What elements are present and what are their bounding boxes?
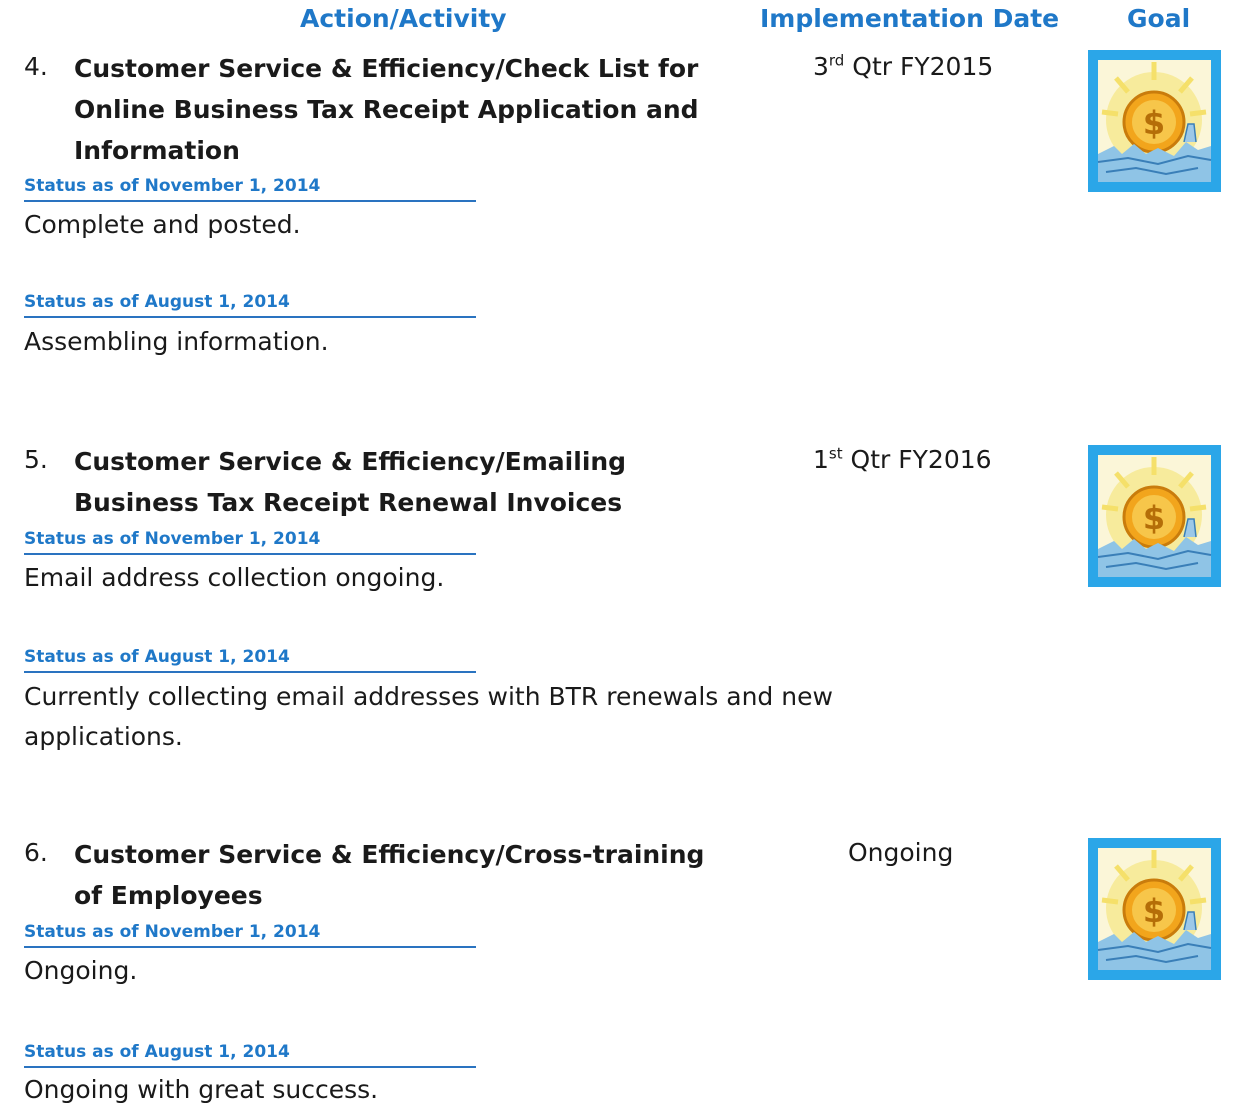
sun-dollar-coin-icon [1088,838,1221,980]
item-title: Customer Service & Efficiency/Cross-trai… [74,840,705,910]
date-ordinal: 1 [813,445,829,474]
implementation-date: 3rd Qtr FY2015 [813,52,993,81]
date-rest: Qtr FY2015 [844,52,994,81]
status-heading: Status as of November 1, 2014 [24,922,476,948]
date-ordinal-suffix: rd [828,51,845,70]
implementation-date: 1st Qtr FY2016 [813,445,992,474]
status-text: Ongoing with great success. [24,1075,379,1104]
column-header-action: Action/Activity [300,4,507,33]
status-heading: Status as of August 1, 2014 [24,292,476,318]
status-text: Assembling information. [24,327,329,356]
status-text: Complete and posted. [24,210,301,239]
column-header-implementation-date: Implementation Date [760,4,1060,33]
column-header-goal: Goal [1127,4,1191,33]
date-ordinal-suffix: st [828,444,843,463]
status-heading: Status as of November 1, 2014 [24,529,476,555]
status-text: Currently collecting email addresses wit… [24,682,833,751]
date-ordinal: 3 [813,52,829,81]
item-title: Customer Service & Efficiency/Emailing B… [74,447,627,517]
status-heading: Status as of November 1, 2014 [24,176,476,202]
sun-dollar-coin-icon [1088,50,1221,192]
implementation-date: Ongoing [848,838,954,867]
item-title: Customer Service & Efficiency/Check List… [74,54,699,165]
item-number: 5. [24,445,48,474]
date-rest: Qtr FY2016 [842,445,992,474]
status-text: Email address collection ongoing. [24,563,445,592]
status-heading: Status as of August 1, 2014 [24,647,476,673]
item-number: 6. [24,838,48,867]
status-heading: Status as of August 1, 2014 [24,1042,476,1068]
item-number: 4. [24,52,48,81]
status-text: Ongoing. [24,956,138,985]
sun-dollar-coin-icon [1088,445,1221,587]
